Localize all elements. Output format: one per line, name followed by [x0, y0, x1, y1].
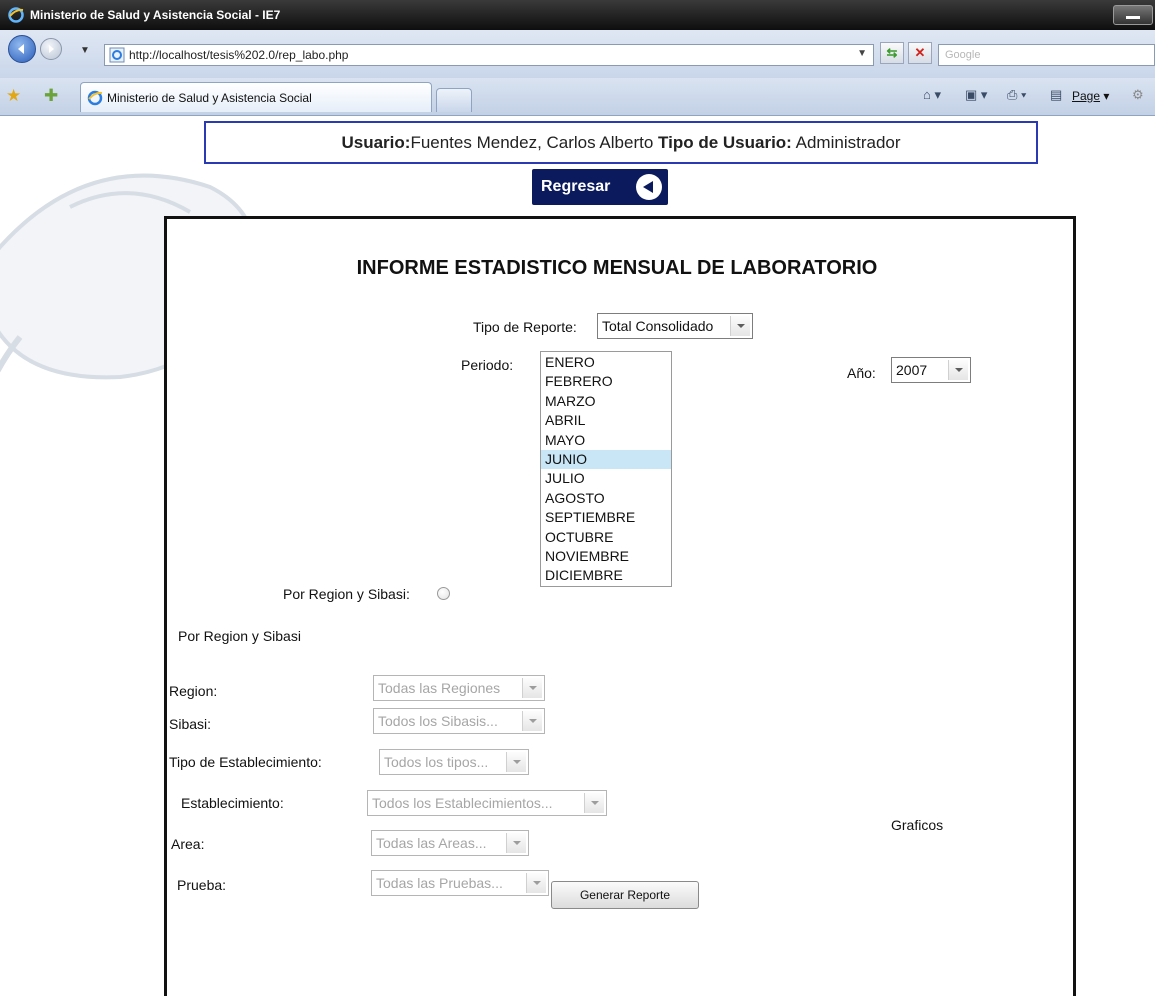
tipo-establecimiento-select[interactable]: Todos los tipos... [379, 749, 529, 775]
chevron-down-icon [730, 316, 750, 336]
tab-current[interactable]: Ministerio de Salud y Asistencia Social [80, 82, 432, 112]
ie-logo-icon [8, 7, 24, 23]
history-dropdown-icon[interactable]: ▼ [80, 45, 90, 56]
area-label: Area: [171, 836, 205, 852]
print-icon[interactable]: ⎙ ▾ [1007, 87, 1026, 103]
periodo-listbox[interactable]: ENERO FEBRERO MARZO ABRIL MAYO JUNIO JULIO AGOS… [540, 351, 672, 587]
region-value: Todas las Regiones [378, 680, 501, 696]
add-favorites-icon[interactable]: ✚ [44, 86, 58, 106]
area-select[interactable]: Todas las Areas... [371, 830, 529, 856]
chevron-down-icon [522, 678, 542, 698]
user-type-label: Tipo de Usuario: [658, 133, 792, 152]
chevron-down-icon [584, 793, 604, 813]
chevron-down-icon [522, 711, 542, 731]
region-sibasi-radio[interactable] [437, 587, 450, 600]
favorites-star-icon[interactable]: ★ [6, 86, 21, 106]
regresar-label: Regresar [541, 178, 611, 195]
establecimiento-select[interactable]: Todos los Establecimientos... [367, 790, 607, 816]
ie-page-icon [109, 47, 125, 63]
periodo-option[interactable]: SEPTIEMBRE [541, 508, 671, 527]
page-menu-label: Page [1072, 89, 1101, 103]
chevron-down-icon [506, 833, 526, 853]
arrow-left-icon [18, 44, 24, 54]
section-heading: Por Region y Sibasi [178, 628, 301, 644]
url-field[interactable]: http://localhost/tesis%202.0/rep_labo.ph… [104, 44, 874, 66]
tipo-establecimiento-value: Todos los tipos... [384, 754, 489, 770]
web-page: Usuario:Fuentes Mendez, Carlos Alberto T… [0, 117, 1155, 996]
establecimiento-label: Establecimiento: [181, 795, 284, 811]
url-dropdown-icon[interactable]: ▼ [857, 48, 867, 59]
chevron-down-icon [948, 360, 968, 380]
search-placeholder: Google [945, 49, 981, 61]
periodo-option[interactable]: MAYO [541, 431, 671, 450]
minimize-button[interactable] [1113, 5, 1153, 25]
periodo-option[interactable]: ENERO [541, 353, 671, 372]
periodo-option[interactable]: MARZO [541, 392, 671, 411]
region-select[interactable]: Todas las Regiones [373, 675, 545, 701]
back-nav-button[interactable] [8, 35, 36, 63]
refresh-button[interactable]: ⇆ [880, 42, 904, 64]
tab-title: Ministerio de Salud y Asistencia Social [107, 91, 312, 105]
prueba-select[interactable]: Todas las Pruebas... [371, 870, 549, 896]
periodo-option[interactable]: NOVIEMBRE [541, 547, 671, 566]
periodo-option[interactable]: OCTUBRE [541, 528, 671, 547]
periodo-option[interactable]: FEBRERO [541, 372, 671, 391]
tab-bar: ★ ✚ Ministerio de Salud y Asistencia Soc… [0, 78, 1155, 116]
anio-value: 2007 [896, 362, 928, 378]
chevron-down-icon [526, 873, 546, 893]
tipo-reporte-value: Total Consolidado [602, 318, 714, 334]
periodo-option[interactable]: AGOSTO [541, 489, 671, 508]
window-titlebar: Ministerio de Salud y Asistencia Social … [0, 0, 1155, 30]
prueba-value: Todas las Pruebas... [376, 875, 503, 891]
generar-reporte-label: Generar Reporte [579, 888, 671, 902]
feeds-icon[interactable]: ▣ ▾ [965, 87, 987, 103]
periodo-option[interactable]: DICIEMBRE [541, 566, 671, 585]
url-text: http://localhost/tesis%202.0/rep_labo.ph… [129, 48, 349, 62]
sibasi-value: Todos los Sibasis... [378, 713, 498, 729]
tipo-establecimiento-label: Tipo de Establecimiento: [169, 754, 322, 770]
new-tab-button[interactable] [436, 88, 472, 112]
home-icon[interactable]: ⌂ ▾ [923, 87, 941, 103]
area-value: Todas las Areas... [376, 835, 487, 851]
back-arrow-icon [636, 174, 662, 200]
window-title: Ministerio de Salud y Asistencia Social … [30, 8, 281, 22]
region-sibasi-radio-label: Por Region y Sibasi: [283, 586, 410, 602]
tools-gear-icon[interactable]: ⚙ [1132, 87, 1144, 103]
forward-nav-button[interactable] [40, 38, 62, 60]
establecimiento-value: Todos los Establecimientos... [372, 795, 553, 811]
user-label: Usuario: [341, 133, 411, 152]
tipo-reporte-label: Tipo de Reporte: [473, 319, 577, 335]
user-type-value: Administrador [795, 133, 901, 152]
generar-reporte-button[interactable]: Generar Reporte [551, 881, 699, 909]
search-input[interactable]: Google [938, 44, 1155, 66]
arrow-right-icon [49, 45, 54, 53]
page-menu[interactable]: Page ▾ [1072, 89, 1109, 103]
address-bar: ▼ http://localhost/tesis%202.0/rep_labo.… [0, 30, 1155, 78]
periodo-option[interactable]: ABRIL [541, 411, 671, 430]
graficos-label: Graficos [891, 817, 944, 833]
report-form: INFORME ESTADISTICO MENSUAL DE LABORATOR… [164, 216, 1076, 996]
anio-select[interactable]: 2007 [891, 357, 971, 383]
tipo-reporte-select[interactable]: Total Consolidado [597, 313, 753, 339]
sibasi-select[interactable]: Todos los Sibasis... [373, 708, 545, 734]
anio-label: Año: [847, 365, 876, 381]
periodo-option[interactable]: JUNIO [541, 449, 671, 470]
region-label: Region: [169, 683, 218, 699]
regresar-button[interactable]: Regresar [532, 169, 668, 205]
user-name: Fuentes Mendez, Carlos Alberto [410, 133, 654, 152]
report-title: INFORME ESTADISTICO MENSUAL DE LABORATOR… [356, 257, 878, 279]
ie-tab-icon [87, 90, 103, 106]
sibasi-label: Sibasi: [169, 716, 212, 732]
page-icon[interactable]: ▤ [1050, 87, 1062, 103]
periodo-option[interactable]: JULIO [541, 469, 671, 488]
prueba-label: Prueba: [177, 877, 227, 893]
stop-button[interactable]: ✕ [908, 42, 932, 64]
chevron-down-icon [506, 752, 526, 772]
periodo-label: Periodo: [461, 357, 514, 373]
user-info-box: Usuario:Fuentes Mendez, Carlos Alberto T… [204, 121, 1038, 164]
